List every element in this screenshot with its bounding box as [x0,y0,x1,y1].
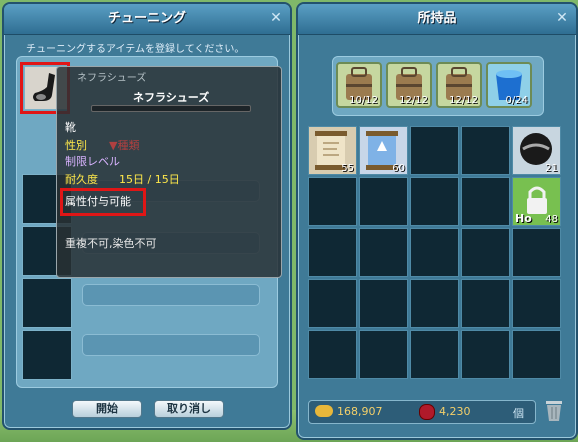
inventory-slot[interactable]: 55 [308,126,357,175]
tooltip-gender-label: 性別 [65,139,87,152]
inventory-slot[interactable] [410,126,459,175]
bag-slot[interactable]: 12/12 [436,62,482,108]
trash-icon[interactable] [544,398,564,422]
inventory-slot[interactable] [359,228,408,277]
inventory-slot[interactable] [359,330,408,379]
gem-unit: 個 [513,407,524,420]
inventory-slot[interactable]: Ho 48 [512,177,561,226]
bag-slot[interactable]: 0/24 [486,62,532,108]
tooltip-item-name: ネフラシューズ [133,91,210,104]
inventory-slot[interactable] [308,330,357,379]
option-bar [82,334,260,356]
attribute-highlight [60,188,146,216]
gold-icon [315,405,333,417]
item-tooltip: ネフラシューズ ネフラシューズ 靴 性別 ▼種類 制限レベル 耐久度 15日 /… [56,66,282,278]
inventory-slot[interactable] [410,228,459,277]
material-slot[interactable] [22,278,72,328]
tuning-instruction: チューニングするアイテムを登録してください。 [26,44,245,55]
material-slot[interactable] [22,330,72,380]
tooltip-hidden-button: ▼種類 [109,139,140,152]
bag-count: 12/12 [449,95,478,106]
inventory-slot[interactable] [461,330,510,379]
item-label: Ho [515,212,532,225]
cancel-button[interactable]: 取り消し [154,400,224,418]
tooltip-level-label: 制限レベル [65,155,120,168]
option-bar [82,284,260,306]
tooltip-restriction-text: 重複不可,染色不可 [65,237,157,250]
item-count: 60 [392,163,405,174]
inventory-slot[interactable] [512,228,561,277]
inventory-slot[interactable] [461,177,510,226]
bag-slot[interactable]: 10/12 [336,62,382,108]
item-count: 48 [545,214,558,225]
inventory-slot[interactable] [461,228,510,277]
inventory-slot[interactable] [410,330,459,379]
inventory-slot[interactable] [308,177,357,226]
inventory-title[interactable]: 所持品 [298,4,576,35]
gem-amount: 4,230 [439,405,471,418]
inventory-slot[interactable] [308,279,357,328]
tooltip-durability-value: 15日 / 15日 [119,173,180,186]
gold-amount: 168,907 [337,405,383,418]
bag-slot[interactable]: 12/12 [386,62,432,108]
tooltip-name-underline [91,105,251,112]
inventory-slot[interactable] [512,330,561,379]
inventory-slot[interactable]: 21 [512,126,561,175]
start-button[interactable]: 開始 [72,400,142,418]
item-count: 21 [545,163,558,174]
currency-bar: 168,907 4,230 個 [308,400,536,424]
inventory-slot[interactable] [410,177,459,226]
inventory-slot[interactable] [461,279,510,328]
bag-count: 10/12 [349,95,378,106]
inventory-slot[interactable] [410,279,459,328]
bag-count: 12/12 [399,95,428,106]
tooltip-durability-label: 耐久度 [65,173,98,186]
inventory-slot[interactable] [359,177,408,226]
tuning-title[interactable]: チューニング [4,4,290,35]
item-count: 55 [341,163,354,174]
inventory-slot[interactable] [308,228,357,277]
inventory-slot[interactable]: 60 [359,126,408,175]
inventory-slot[interactable] [461,126,510,175]
inventory-window: 所持品 ✕ 10/12 12/12 12/12 0/24 55 60 21 Ho… [296,2,578,440]
gem-icon [419,404,435,420]
tooltip-category: 靴 [65,121,76,134]
close-icon[interactable]: ✕ [268,10,284,26]
inventory-slot[interactable] [359,279,408,328]
inventory-slot[interactable] [512,279,561,328]
tooltip-header-name: ネフラシューズ [77,73,147,84]
bag-count: 0/24 [505,95,528,106]
close-icon[interactable]: ✕ [554,10,570,26]
